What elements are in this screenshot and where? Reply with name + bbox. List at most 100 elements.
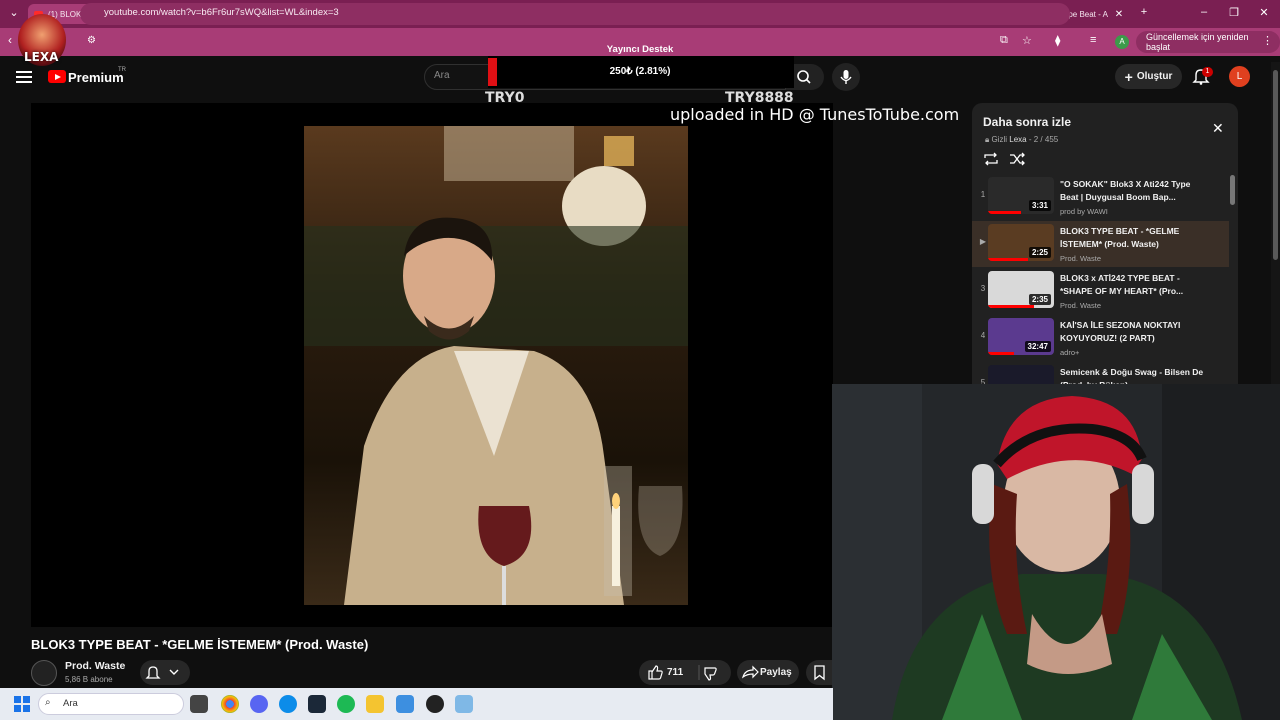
donation-progress-fill	[488, 58, 497, 86]
playlist-position: 2 / 455	[1033, 135, 1059, 144]
taskbar-search-icon: ⌕	[45, 697, 51, 708]
webcam-overlay	[832, 384, 1280, 720]
discord-icon[interactable]	[250, 695, 268, 713]
country-code: TR	[118, 67, 126, 73]
playlist-item-title[interactable]: BLOK3 x ATİ242 TYPE BEAT - *SHAPE OF MY …	[1060, 272, 1210, 299]
like-dislike-group	[639, 660, 731, 685]
playlist-item[interactable]: 3 2:35 BLOK3 x ATİ242 TYPE BEAT - *SHAPE O…	[972, 268, 1229, 314]
more-menu-icon[interactable]: ⋮	[1262, 34, 1273, 47]
playlist-item-thumbnail[interactable]	[988, 365, 1054, 384]
site-info-icon[interactable]: ⚙	[87, 35, 96, 46]
search-placeholder: Ara	[434, 70, 450, 81]
subscriber-count: 5,86 B abone	[65, 675, 113, 684]
save-bookmark-icon	[814, 665, 825, 681]
save-button[interactable]	[806, 660, 833, 685]
channel-avatar[interactable]	[31, 660, 57, 686]
youtube-logo-icon[interactable]	[48, 70, 66, 83]
maximize-icon[interactable]: ❐	[1224, 6, 1244, 19]
new-tab-button[interactable]: +	[1134, 6, 1154, 18]
playlist-scrollbar[interactable]	[1230, 175, 1235, 205]
share-label: Paylaş	[760, 667, 792, 678]
taskbar-search-input[interactable]	[38, 693, 184, 715]
playlist-item-title[interactable]: KAİ'SA İLE SEZONA NOKTAYI KOYUYORUZ! (2 …	[1060, 319, 1210, 346]
account-avatar[interactable]: L	[1229, 66, 1250, 87]
donation-max-label: TRY8888	[725, 90, 794, 106]
video-title: BLOK3 TYPE BEAT - *GELME İSTEMEM* (Prod.…	[31, 637, 369, 652]
playlist-item-channel[interactable]: adro+	[1060, 348, 1079, 357]
hamburger-menu-icon[interactable]	[16, 68, 32, 84]
close-playlist-icon[interactable]: ✕	[1212, 120, 1224, 137]
playlist-meta: 🔒︎ Gizli Lexa - 2 / 455	[985, 135, 1059, 144]
spotify-icon[interactable]	[337, 695, 355, 713]
url-text[interactable]: youtube.com/watch?v=b6Fr6ur7sWQ&list=WL&…	[104, 7, 339, 18]
channel-name[interactable]: Prod. Waste	[65, 660, 125, 672]
video-duration: 3:31	[1028, 200, 1051, 211]
page-scrollbar-thumb[interactable]	[1273, 70, 1278, 260]
playlist-item-channel[interactable]: Prod. Waste	[1060, 301, 1101, 310]
bookmark-star-icon[interactable]: ☆	[1022, 34, 1032, 47]
playlist-item-title[interactable]: BLOK3 TYPE BEAT - *GELME İSTEMEM* (Prod.…	[1060, 225, 1210, 252]
profile-avatar[interactable]: A	[1115, 35, 1129, 49]
playlist-item-thumbnail[interactable]: 2:25	[988, 224, 1054, 261]
obs-icon[interactable]	[426, 695, 444, 713]
settings-app-icon[interactable]	[455, 695, 473, 713]
playlist-item-title[interactable]: Semicenk & Doğu Swag - Bilsen De (Prod. …	[1060, 366, 1210, 384]
donation-title: Yayıncı Destek	[606, 44, 674, 55]
chrome-icon[interactable]	[221, 695, 239, 713]
video-duration: 2:25	[1028, 247, 1051, 258]
watch-progress-bar	[988, 352, 1015, 355]
video-watermark: uploaded in HD @ TunesToTube.com	[670, 105, 960, 124]
taskbar-search-placeholder: Ara	[63, 698, 78, 709]
media-control-icon[interactable]: ≡	[1090, 34, 1096, 46]
video-duration: 32:47	[1024, 341, 1051, 352]
tab-list-icon[interactable]: ⌄	[4, 6, 24, 19]
edge-icon[interactable]	[279, 695, 297, 713]
plus-icon: +	[1124, 68, 1133, 85]
create-label: Oluştur	[1136, 71, 1173, 82]
playlist-item-index: ▶	[979, 237, 987, 246]
like-count[interactable]: 711	[667, 667, 683, 678]
create-button[interactable]: + Oluştur	[1115, 64, 1182, 89]
update-button[interactable]: Güncellemek için yeniden başlat	[1136, 31, 1280, 53]
streamer-name: LEXA	[24, 50, 59, 64]
file-explorer-icon[interactable]	[366, 695, 384, 713]
playlist-item-channel[interactable]: Prod. Waste	[1060, 254, 1101, 263]
playlist-item[interactable]: ▶ 2:25 BLOK3 TYPE BEAT - *GELME İSTEMEM* (…	[972, 221, 1229, 267]
playlist-item[interactable]: 5Semicenk & Doğu Swag - Bilsen De (Prod.…	[972, 362, 1229, 384]
watch-progress-bar	[988, 211, 1021, 214]
subscription-bell-button[interactable]	[140, 660, 190, 685]
playlist-privacy: Gizli	[991, 135, 1008, 144]
playlist-owner[interactable]: Lexa	[1009, 135, 1026, 144]
cast-icon[interactable]: ⧉	[1000, 34, 1008, 47]
youtube-premium-label[interactable]: Premium	[68, 70, 124, 85]
windows-start-icon[interactable]	[14, 696, 30, 712]
playlist-item-thumbnail[interactable]: 2:35	[988, 271, 1054, 308]
playlist-item-index: 3	[980, 284, 986, 293]
playlist-item-thumbnail[interactable]: 3:31	[988, 177, 1054, 214]
donation-amount: 250₺ (2.81%)	[609, 66, 671, 77]
video-scene-image	[304, 126, 688, 605]
bell-dropdown-icon	[145, 666, 179, 679]
playlist-item-index: 4	[980, 331, 986, 340]
playlist-item-channel[interactable]: prod by WAWI	[1060, 207, 1108, 216]
loop-icon[interactable]	[982, 150, 1000, 168]
steam-icon[interactable]	[308, 695, 326, 713]
voice-search-button[interactable]	[832, 63, 860, 91]
notification-badge: 1	[1202, 67, 1213, 77]
playlist-item-title[interactable]: "O SOKAK" Blok3 X Ati242 Type Beat | Duy…	[1060, 178, 1210, 205]
shuffle-icon[interactable]	[1008, 150, 1026, 168]
playlist-title[interactable]: Daha sonra izle	[983, 115, 1071, 129]
close-window-icon[interactable]: ✕	[1254, 6, 1274, 19]
playlist-item[interactable]: 4 32:47 KAİ'SA İLE SEZONA NOKTAYI KOYUYORU…	[972, 315, 1229, 361]
extensions-icon[interactable]: ⧫	[1055, 34, 1060, 47]
task-view-icon[interactable]	[190, 695, 208, 713]
photos-icon[interactable]	[396, 695, 414, 713]
minimize-icon[interactable]: –	[1194, 6, 1214, 18]
playlist-item-thumbnail[interactable]: 32:47	[988, 318, 1054, 355]
playlist-item[interactable]: 1 3:31 "O SOKAK" Blok3 X Ati242 Type Beat …	[972, 174, 1229, 220]
playlist-item-index: 1	[980, 190, 986, 199]
webcam-image	[832, 384, 1280, 720]
video-frame[interactable]	[304, 126, 688, 605]
tab-close-icon[interactable]: ✕	[1112, 9, 1126, 20]
back-icon[interactable]: ‹	[8, 33, 12, 47]
